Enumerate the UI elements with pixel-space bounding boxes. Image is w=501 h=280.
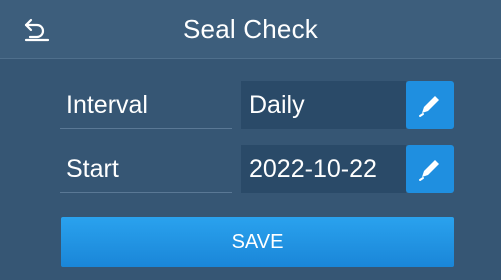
edit-start-button[interactable] (406, 145, 454, 193)
page-title: Seal Check (183, 14, 318, 44)
save-button[interactable]: SAVE (61, 217, 454, 267)
edit-interval-button[interactable] (406, 81, 454, 129)
start-label: Start (60, 145, 232, 193)
settings-panel: Interval Daily Start 2022-10-22 SAVE (0, 59, 501, 280)
interval-value: Daily (241, 81, 406, 129)
setting-row-start: Start 2022-10-22 (60, 145, 455, 195)
pencil-icon (419, 160, 439, 181)
start-value: 2022-10-22 (241, 145, 406, 193)
setting-row-interval: Interval Daily (60, 81, 455, 131)
pencil-icon (419, 96, 439, 117)
header-bar: Seal Check (0, 0, 501, 59)
interval-label: Interval (60, 81, 232, 129)
